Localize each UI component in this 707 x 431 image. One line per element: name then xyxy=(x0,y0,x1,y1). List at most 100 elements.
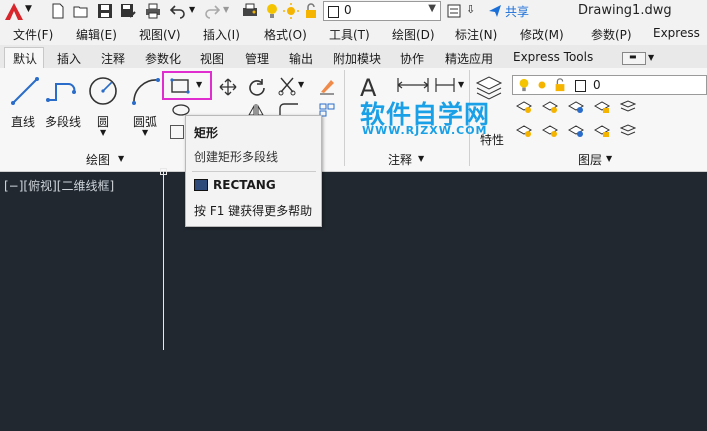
panel-separator xyxy=(344,70,345,166)
tab-output[interactable]: 输出 xyxy=(289,50,313,67)
hatch-icon[interactable] xyxy=(170,125,184,139)
minimize-icon: ▬ xyxy=(629,52,637,61)
polyline-tool-label[interactable]: 多段线 xyxy=(45,113,81,130)
viewport-controls-label[interactable]: [−][俯视][二维线框] xyxy=(4,177,114,194)
command-line-icon xyxy=(194,179,208,191)
layer-tools-grid xyxy=(516,100,676,140)
arc-dropdown-icon[interactable]: ▼ xyxy=(142,128,148,137)
menu-insert[interactable]: 插入(I) xyxy=(203,26,240,43)
line-icon[interactable] xyxy=(10,76,40,106)
tab-featured-apps[interactable]: 精选应用 xyxy=(445,50,493,67)
document-title: Drawing1.dwg xyxy=(578,3,672,18)
layer-on-bulb-icon[interactable] xyxy=(264,3,280,19)
layer-tool-icon[interactable] xyxy=(568,100,584,114)
layer-tool-icon[interactable] xyxy=(516,100,532,114)
layer-color-swatch xyxy=(575,80,586,92)
rectangle-dropdown-icon[interactable]: ▼ xyxy=(196,80,202,89)
menu-file[interactable]: 文件(F) xyxy=(13,26,53,43)
rotate-icon[interactable] xyxy=(248,78,266,96)
draw-panel-expand-icon[interactable]: ▼ xyxy=(118,154,124,163)
unlock-icon xyxy=(555,78,565,92)
annotation-panel-expand-icon[interactable]: ▼ xyxy=(418,154,424,163)
circle-icon[interactable] xyxy=(87,75,119,107)
undo-icon[interactable] xyxy=(170,3,186,19)
autocad-app-icon[interactable] xyxy=(4,2,24,21)
tooltip-divider xyxy=(192,171,316,172)
move-icon[interactable] xyxy=(219,78,237,96)
menu-dimension[interactable]: 标注(N) xyxy=(455,26,497,43)
dimension-icon[interactable] xyxy=(396,76,430,94)
share-icon[interactable] xyxy=(488,4,502,18)
tab-insert[interactable]: 插入 xyxy=(57,50,81,67)
rectangle-tooltip: 矩形 创建矩形多段线 RECTANG 按 F1 键获得更多帮助 xyxy=(185,115,322,227)
share-button[interactable]: 共享 xyxy=(505,3,529,20)
menu-bar: 文件(F) 编辑(E) 视图(V) 插入(I) 格式(O) 工具(T) 绘图(D… xyxy=(0,23,707,45)
sun-icon xyxy=(538,81,546,89)
arc-icon[interactable] xyxy=(130,76,162,106)
qa-customize-icon[interactable]: ⇩ xyxy=(466,3,475,16)
layers-panel-expand-icon[interactable]: ▼ xyxy=(606,154,612,163)
tab-manage[interactable]: 管理 xyxy=(245,50,269,67)
linear-dim-icon[interactable] xyxy=(434,76,456,94)
menu-parameter[interactable]: 参数(P) xyxy=(591,26,632,43)
save-icon[interactable] xyxy=(97,3,113,19)
layer-tool-icon[interactable] xyxy=(542,100,558,114)
ribbon-minimize-button[interactable]: ▬ xyxy=(622,52,646,65)
layer-tool-icon[interactable] xyxy=(594,100,610,114)
menu-edit[interactable]: 编辑(E) xyxy=(76,26,117,43)
open-file-icon[interactable] xyxy=(73,3,89,19)
trim-dropdown-icon[interactable]: ▼ xyxy=(298,80,304,89)
redo-dropdown-icon[interactable]: ▼ xyxy=(223,5,229,14)
dimension-dropdown-icon[interactable]: ▼ xyxy=(458,80,464,89)
tab-view[interactable]: 视图 xyxy=(200,50,224,67)
menu-format[interactable]: 格式(O) xyxy=(264,26,307,43)
tooltip-help: 按 F1 键获得更多帮助 xyxy=(194,204,313,218)
line-tool-label[interactable]: 直线 xyxy=(11,113,35,130)
app-menu-arrow-icon[interactable]: ▼ xyxy=(25,4,32,14)
tab-addins[interactable]: 附加模块 xyxy=(333,50,381,67)
menu-modify[interactable]: 修改(M) xyxy=(520,26,564,43)
ribbon-layer-name: 0 xyxy=(593,78,601,92)
plot-icon[interactable] xyxy=(242,3,258,19)
layer-tool-icon[interactable] xyxy=(594,124,610,138)
annotation-panel-label[interactable]: 注释 xyxy=(388,151,412,168)
print-icon[interactable] xyxy=(145,3,161,19)
layer-tool-icon[interactable] xyxy=(516,124,532,138)
watermark-url: WWW.RJZXW.COM xyxy=(362,124,488,137)
chevron-down-icon: ▼ xyxy=(428,3,436,14)
rectangle-icon[interactable] xyxy=(170,78,190,94)
menu-express[interactable]: Express xyxy=(653,26,700,40)
layers-panel-label[interactable]: 图层 xyxy=(578,151,602,168)
erase-icon[interactable] xyxy=(318,77,336,95)
draw-panel-label[interactable]: 绘图 xyxy=(86,151,110,168)
menu-draw[interactable]: 绘图(D) xyxy=(392,26,435,43)
polyline-icon[interactable] xyxy=(46,78,80,104)
save-as-icon[interactable] xyxy=(120,3,136,19)
tab-default[interactable]: 默认 xyxy=(13,50,37,67)
ribbon-layer-dropdown[interactable]: 0 xyxy=(512,75,707,95)
ribbon-tab-bar: 默认 插入 注释 参数化 视图 管理 输出 附加模块 协作 精选应用 Expre… xyxy=(0,45,707,68)
layer-tool-icon[interactable] xyxy=(542,124,558,138)
undo-dropdown-icon[interactable]: ▼ xyxy=(189,5,195,14)
layer-dropdown[interactable]: 0 ▼ xyxy=(323,1,441,21)
layer-thaw-sun-icon[interactable] xyxy=(283,3,299,19)
bulb-icon xyxy=(519,78,529,92)
tab-parametric[interactable]: 参数化 xyxy=(145,50,181,67)
trim-icon[interactable] xyxy=(278,76,296,96)
tab-collaborate[interactable]: 协作 xyxy=(400,50,424,67)
layer-tool-icon[interactable] xyxy=(620,124,636,138)
new-file-icon[interactable] xyxy=(50,3,66,19)
crosshair-pickbox xyxy=(160,168,167,175)
crosshair-cursor-line xyxy=(163,171,164,350)
layer-tool-icon[interactable] xyxy=(568,124,584,138)
circle-dropdown-icon[interactable]: ▼ xyxy=(100,128,106,137)
menu-view[interactable]: 视图(V) xyxy=(139,26,181,43)
redo-icon[interactable] xyxy=(204,3,220,19)
menu-tools[interactable]: 工具(T) xyxy=(329,26,370,43)
ribbon-options-icon[interactable]: ▼ xyxy=(648,53,654,62)
tab-annotate[interactable]: 注释 xyxy=(101,50,125,67)
layer-properties-icon[interactable] xyxy=(446,3,462,19)
layer-tool-icon[interactable] xyxy=(620,100,636,114)
layer-unlock-icon[interactable] xyxy=(303,3,319,19)
tab-express-tools[interactable]: Express Tools xyxy=(513,50,593,64)
